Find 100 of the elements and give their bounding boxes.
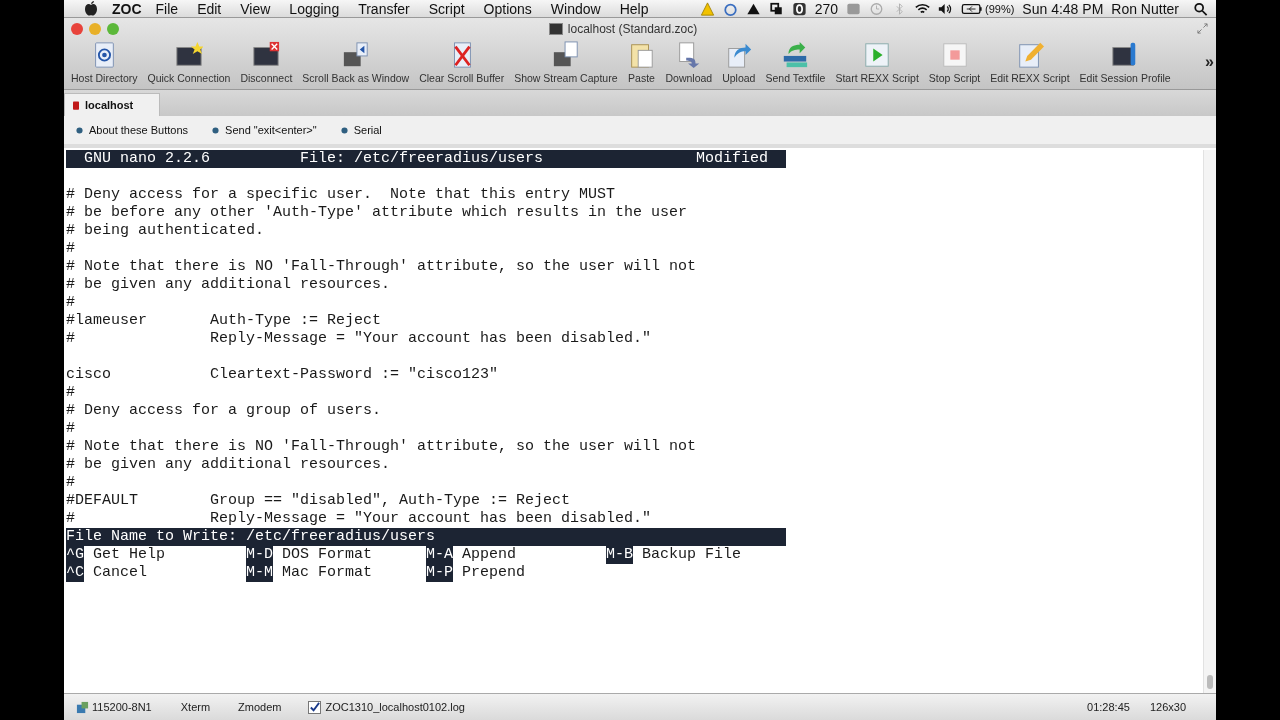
- menu-item[interactable]: Edit: [197, 0, 222, 17]
- terminal-line: #DEFAULT Group == "disabled", Auth-Type := Reject: [66, 492, 571, 509]
- user-button[interactable]: Serial: [353, 124, 382, 136]
- terminal-star-icon: [174, 41, 203, 69]
- shortcut-label: Mac Format: [282, 564, 373, 582]
- apple-icon[interactable]: [84, 0, 98, 17]
- terminal-line: #: [66, 420, 75, 437]
- terminal-line: # be given any additional resources.: [66, 276, 391, 293]
- shortcut-key: M-M: [246, 564, 274, 582]
- terminal-line: #: [66, 474, 75, 491]
- shortcut-key: ^G: [66, 546, 84, 564]
- battery-icon[interactable]: [961, 1, 983, 16]
- close-button[interactable]: [71, 22, 83, 35]
- terminal-line: # be before any other 'Auth-Type' attribute which results in the user: [66, 204, 688, 221]
- shortcut-label: Backup File: [642, 546, 742, 564]
- transfer-label[interactable]: Zmodem: [238, 701, 282, 713]
- toolbar-button[interactable]: Edit Session Profile: [1078, 39, 1172, 84]
- toolbar-button[interactable]: Edit REXX Script: [989, 39, 1071, 84]
- toolbar-button[interactable]: Disconnect: [239, 39, 294, 84]
- user-name[interactable]: Ron Nutter: [1111, 0, 1179, 17]
- terminal-line: cisco Cleartext-Password := "cisco123": [66, 366, 499, 383]
- fullscreen-icon[interactable]: [1197, 23, 1208, 34]
- serial-settings[interactable]: 115200-8N1: [92, 701, 152, 713]
- shortcut-label: Cancel: [93, 564, 148, 582]
- app-menu[interactable]: ZOC: [112, 0, 142, 17]
- terminal-line: # be given any additional resources.: [66, 456, 391, 473]
- warning-icon[interactable]: [699, 1, 715, 16]
- terminal-line: #: [66, 294, 75, 311]
- toolbar-button[interactable]: Scroll Back as Window: [301, 39, 411, 84]
- log-checkbox[interactable]: [308, 700, 322, 714]
- toolbar-button[interactable]: Upload: [721, 39, 757, 84]
- toolbar-button[interactable]: Download: [664, 39, 714, 84]
- terminal-size: 126x30: [1149, 701, 1186, 713]
- send-text-icon: [781, 41, 810, 69]
- terminal-line: #: [66, 384, 75, 401]
- shortcut-label: Get Help: [93, 546, 166, 564]
- stop-icon: [940, 41, 969, 69]
- toolbar-overflow[interactable]: »: [1205, 53, 1214, 71]
- shortcut-key: M-A: [426, 546, 454, 564]
- scroll-back-icon: [341, 41, 370, 69]
- window-title: localhost (Standard.zoc): [567, 21, 698, 36]
- triangle-icon[interactable]: [745, 1, 761, 16]
- session-icon: [73, 100, 79, 110]
- wifi-icon[interactable]: [915, 1, 930, 16]
- menu-item[interactable]: File: [155, 0, 179, 17]
- search-icon[interactable]: [1193, 1, 1208, 16]
- terminal-close-icon: [252, 41, 281, 69]
- user-button[interactable]: Send "exit<enter>": [225, 124, 317, 136]
- terminal-line: # Note that there is NO 'Fall-Through' attribute, so the user will not: [66, 258, 697, 275]
- shortcut-label: DOS Format: [282, 546, 373, 564]
- shortcut-key: M-B: [606, 546, 634, 564]
- menu-item[interactable]: Window: [550, 0, 601, 17]
- bullet-icon: [212, 126, 220, 134]
- menu-item[interactable]: Script: [428, 0, 465, 17]
- toolbar-button[interactable]: Start REXX Script: [834, 39, 920, 84]
- shortcut-label: Prepend: [462, 564, 526, 582]
- windows-icon[interactable]: [768, 1, 784, 16]
- terminal-line: # Note that there is NO 'Fall-Through' attribute, so the user will not: [66, 438, 697, 455]
- modified-status: Modified: [696, 150, 769, 168]
- shortcut-key: M-P: [426, 564, 454, 582]
- terminal-line: # Reply-Message = "Your account has been disabled.": [66, 510, 652, 527]
- terminal-line: # Reply-Message = "Your account has been disabled.": [66, 330, 652, 347]
- nano-version: GNU nano 2.2.6: [84, 150, 212, 168]
- toolbar-button[interactable]: Clear Scroll Buffer: [418, 39, 506, 84]
- terminal-line: # being authenticated.: [66, 222, 265, 239]
- terminal-line: #: [66, 240, 75, 257]
- toolbar-button[interactable]: Paste: [626, 39, 657, 84]
- toolbar-button[interactable]: Send Textfile: [764, 39, 827, 84]
- user-button[interactable]: About these Buttons: [89, 124, 189, 136]
- play-icon: [863, 41, 892, 69]
- document-icon: [551, 41, 580, 69]
- session-tab[interactable]: localhost: [64, 93, 161, 116]
- bullet-icon: [76, 126, 83, 134]
- zero-icon[interactable]: [791, 1, 807, 16]
- menu-item[interactable]: Transfer: [358, 0, 410, 17]
- menu-item[interactable]: View: [240, 0, 271, 17]
- terminal-line: # Deny access for a specific user. Note that this entry MUST: [66, 186, 616, 203]
- toolbar-button[interactable]: Stop Script: [927, 39, 982, 84]
- toolbar-button[interactable]: Host Directory: [70, 39, 139, 84]
- terminal-icon: [548, 22, 563, 35]
- menu-clock[interactable]: Sun 4:48 PM: [1022, 0, 1104, 17]
- file-name: File: /etc/freeradius/users: [300, 150, 545, 168]
- elapsed-time: 01:28:45: [1087, 701, 1130, 713]
- volume-icon[interactable]: [938, 1, 953, 16]
- battery-percent: (99%): [985, 2, 1015, 15]
- bullet-icon: [340, 126, 348, 134]
- terminal-line: # Deny access for a group of users.: [66, 402, 382, 419]
- emulation-label[interactable]: Xterm: [180, 701, 211, 713]
- terminal-line: #lameuser Auth-Type := Reject: [66, 312, 382, 329]
- shortcut-key: M-D: [246, 546, 274, 564]
- serial-port-icon: [76, 700, 89, 714]
- menu-item[interactable]: Options: [483, 0, 532, 17]
- toolbar-button[interactable]: Quick Connection: [146, 39, 232, 84]
- shortcut-label: Append: [462, 546, 517, 564]
- write-prompt[interactable]: File Name to Write: /etc/freeradius/users: [66, 528, 787, 546]
- toolbar-button[interactable]: Show Stream Capture: [513, 39, 619, 84]
- menu-item[interactable]: Logging: [289, 0, 340, 17]
- shortcut-key: ^C: [66, 564, 84, 582]
- counter-text[interactable]: 270: [814, 0, 838, 17]
- menu-item[interactable]: Help: [619, 0, 649, 17]
